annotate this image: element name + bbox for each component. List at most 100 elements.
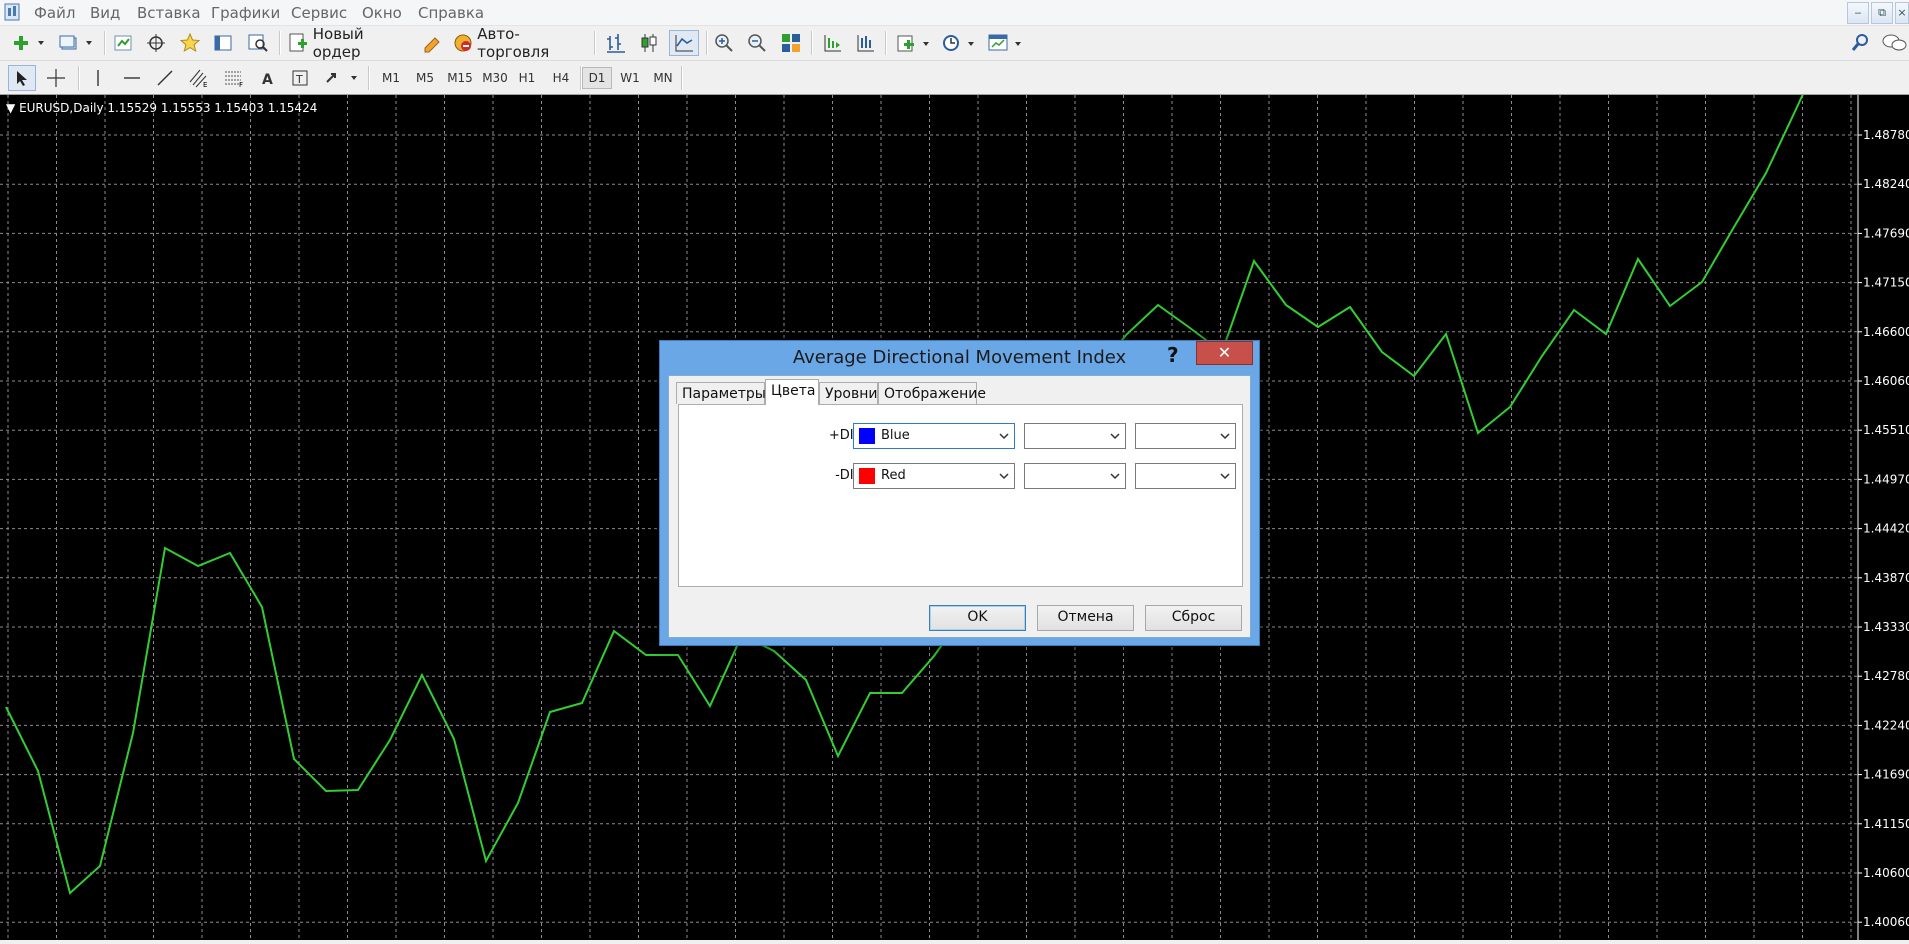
- reset-button[interactable]: Сброс: [1145, 605, 1242, 631]
- price-label: 1.41150: [1863, 817, 1909, 831]
- periods-button[interactable]: [938, 30, 978, 56]
- text-button[interactable]: A: [255, 65, 279, 91]
- tab-parameters[interactable]: Параметры: [676, 382, 766, 404]
- new-chart-button[interactable]: [8, 30, 48, 56]
- timeframe-d1[interactable]: D1: [582, 67, 612, 89]
- tab-levels[interactable]: Уровни: [819, 382, 878, 404]
- chevron-down-icon: [1220, 473, 1230, 480]
- auto-trading-label: Авто-торговля: [477, 25, 550, 61]
- crosshair-button[interactable]: [42, 65, 70, 91]
- new-order-button[interactable]: Новый ордер: [287, 25, 415, 61]
- crosshair-icon: [47, 69, 65, 87]
- plus-di-style-select[interactable]: [1024, 423, 1126, 449]
- vertical-line-button[interactable]: [86, 65, 110, 91]
- trendline-icon: [157, 70, 173, 86]
- auto-trading-icon: [454, 34, 472, 52]
- templates-icon: [988, 34, 1021, 51]
- menu-file[interactable]: Файл: [34, 4, 75, 22]
- channel-icon: E: [189, 69, 207, 88]
- color-swatch: [859, 468, 875, 484]
- timeframe-mn[interactable]: MN: [648, 67, 678, 89]
- menu-tools[interactable]: Сервис: [291, 4, 347, 22]
- menu-help[interactable]: Справка: [418, 4, 484, 22]
- menu-insert[interactable]: Вставка: [137, 4, 201, 22]
- timeframe-h4[interactable]: H4: [546, 67, 576, 89]
- new-order-icon: [289, 33, 307, 52]
- adx-properties-dialog: Average Directional Movement Index ? ✕ П…: [659, 340, 1260, 646]
- line-chart-button[interactable]: [669, 30, 699, 56]
- symbol-caption-text: EURUSD,Daily 1.15529 1.15553 1.15403 1.1…: [19, 101, 318, 115]
- tile-windows-button[interactable]: [778, 30, 804, 56]
- chat-icon: [1882, 34, 1907, 51]
- color-swatch: [859, 428, 875, 444]
- minus-di-width-select[interactable]: [1135, 463, 1236, 489]
- equidistant-channel-button[interactable]: E: [186, 65, 212, 91]
- zoom-out-button[interactable]: [744, 30, 770, 56]
- indicators-button[interactable]: [893, 30, 933, 56]
- help-button[interactable]: ?: [1167, 343, 1179, 367]
- timeframe-w1[interactable]: W1: [615, 67, 645, 89]
- text-label-button[interactable]: T: [288, 65, 312, 91]
- menu-window[interactable]: Окно: [362, 4, 402, 22]
- navigator-button[interactable]: [177, 30, 203, 56]
- price-label: 1.45510: [1863, 423, 1909, 437]
- minimize-button[interactable]: ‒: [1847, 2, 1869, 24]
- menu-charts[interactable]: Графики: [211, 4, 280, 22]
- caption-arrow-icon: ▼: [6, 101, 16, 115]
- candlestick-button[interactable]: [636, 30, 662, 56]
- search-button[interactable]: [1848, 30, 1872, 56]
- plus-di-color-select[interactable]: Blue: [853, 423, 1015, 449]
- market-watch-button[interactable]: [110, 30, 136, 56]
- restore-button[interactable]: ⧉: [1871, 2, 1893, 24]
- candlestick-icon: [641, 34, 657, 52]
- price-label: 1.43870: [1863, 571, 1909, 585]
- timeframe-m15[interactable]: M15: [444, 67, 476, 89]
- timeframe-m1[interactable]: M1: [376, 67, 406, 89]
- svg-text:E: E: [203, 81, 207, 88]
- fibonacci-icon: F: [225, 71, 243, 88]
- plus-di-width-select[interactable]: [1135, 423, 1236, 449]
- chart-shift-button[interactable]: [852, 30, 878, 56]
- terminal-button[interactable]: [210, 30, 236, 56]
- minus-di-style-select[interactable]: [1024, 463, 1126, 489]
- tab-colors[interactable]: Цвета: [765, 379, 819, 405]
- metaeditor-button[interactable]: [420, 30, 444, 56]
- trendline-button[interactable]: [153, 65, 177, 91]
- close-window-button[interactable]: ×: [1895, 2, 1909, 24]
- indicators-icon: [897, 35, 929, 52]
- close-dialog-button[interactable]: ✕: [1196, 341, 1253, 365]
- chat-button[interactable]: [1880, 30, 1908, 56]
- cancel-button[interactable]: Отмена: [1037, 605, 1134, 631]
- timeframe-m30[interactable]: M30: [479, 67, 511, 89]
- price-label: 1.43330: [1863, 620, 1909, 634]
- minus-di-color-select[interactable]: Red: [853, 463, 1015, 489]
- price-label: 1.44420: [1863, 522, 1909, 536]
- timeframe-m5[interactable]: M5: [410, 67, 440, 89]
- auto-trading-button[interactable]: Авто-торговля: [452, 25, 588, 61]
- search-icon: [1851, 34, 1868, 51]
- tile-windows-icon: [782, 34, 800, 52]
- timeframe-h1[interactable]: H1: [512, 67, 542, 89]
- arrows-button[interactable]: [322, 65, 362, 91]
- strategy-tester-icon: [248, 34, 268, 52]
- data-window-button[interactable]: [143, 30, 169, 56]
- horizontal-line-button[interactable]: [120, 65, 144, 91]
- chart-shift-icon: [857, 35, 874, 52]
- auto-scroll-button[interactable]: [819, 30, 845, 56]
- plus-di-label: +DI:: [828, 428, 858, 443]
- tab-visualization[interactable]: Отображение: [878, 382, 986, 404]
- profiles-button[interactable]: [56, 30, 96, 56]
- fibonacci-button[interactable]: F: [221, 65, 247, 91]
- chevron-down-icon: [1110, 473, 1120, 480]
- strategy-tester-button[interactable]: [245, 30, 271, 56]
- minus-di-label: -DI:: [835, 468, 858, 483]
- ok-button[interactable]: OK: [929, 605, 1026, 631]
- arrows-icon: [326, 73, 357, 83]
- cursor-button[interactable]: [8, 65, 36, 91]
- menu-view[interactable]: Вид: [90, 4, 120, 22]
- chevron-down-icon: [999, 433, 1009, 440]
- templates-button[interactable]: [985, 30, 1025, 56]
- zoom-in-button[interactable]: [711, 30, 737, 56]
- price-label: 1.42780: [1863, 669, 1909, 683]
- bar-chart-button[interactable]: [603, 30, 629, 56]
